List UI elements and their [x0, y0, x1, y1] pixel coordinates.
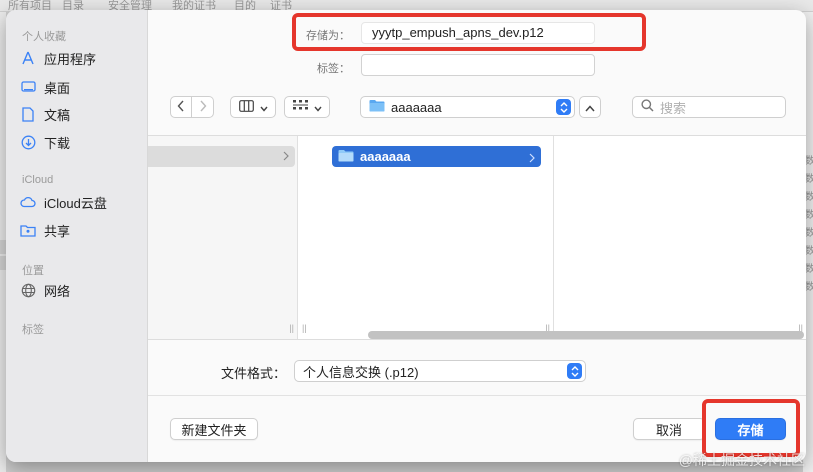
highlight-box-save [702, 399, 800, 457]
sidebar-item-documents[interactable]: 文稿 [20, 103, 70, 125]
chevron-down-icon [259, 100, 268, 115]
cancel-button[interactable]: 取消 [633, 418, 705, 440]
column-resize-handle[interactable]: || [302, 323, 307, 333]
background-text: 数 [805, 228, 813, 239]
sidebar-item-desktop[interactable]: 桌面 [20, 76, 70, 98]
file-format-value: 个人信息交换 (.p12) [303, 364, 419, 380]
location-label: aaaaaaa [391, 99, 442, 115]
list-item-folder[interactable]: aaaaaaa [332, 146, 541, 167]
background-text: 数 [805, 156, 813, 167]
sidebar-item-downloads[interactable]: 下载 [20, 131, 70, 153]
search-field[interactable]: 搜索 [632, 96, 786, 118]
watermark: @稀土掘金技术社区 [678, 452, 805, 468]
sidebar-section-icloud: iCloud [22, 174, 54, 186]
list-item-label: aaaaaaa [360, 149, 411, 164]
save-dialog: 个人收藏 应用程序 桌面 文稿 下载 iCloud iCloud云盘 共享 位置 [6, 10, 806, 462]
chevron-down-icon [313, 100, 322, 115]
sidebar: 个人收藏 应用程序 桌面 文稿 下载 iCloud iCloud云盘 共享 位置 [6, 10, 148, 462]
grid-view-icon [292, 99, 308, 115]
folder-icon [369, 99, 385, 115]
search-icon [641, 99, 654, 115]
desktop-icon [20, 79, 36, 95]
sidebar-item-label: 共享 [44, 223, 71, 239]
background-text: 数 [805, 246, 813, 257]
background-text: 数 [805, 192, 813, 203]
chevron-up-icon [585, 100, 595, 115]
column-resize-handle[interactable]: || [289, 323, 294, 333]
view-columns-button[interactable] [230, 96, 276, 118]
sidebar-item-label: 网络 [44, 283, 71, 299]
sidebar-item-label: 桌面 [44, 80, 71, 96]
horizontal-scrollbar[interactable] [368, 331, 804, 339]
chevron-right-icon [199, 100, 207, 115]
collapse-button[interactable] [579, 96, 601, 118]
browser-column-2: aaaaaaa || || [302, 136, 554, 339]
search-placeholder: 搜索 [660, 100, 687, 116]
document-icon [20, 106, 36, 122]
file-format-popup[interactable]: 个人信息交换 (.p12) [294, 360, 586, 382]
updown-chevron-icon [556, 99, 571, 115]
sidebar-item-label: 应用程序 [44, 51, 97, 67]
background-text: 数 [805, 174, 813, 185]
background-text: 数 [805, 282, 813, 293]
forward-button[interactable] [192, 96, 214, 118]
columns-view-icon [238, 99, 254, 115]
list-item-selected-parent[interactable] [148, 146, 295, 167]
highlight-box-filename [292, 13, 646, 51]
applications-icon [20, 50, 36, 66]
chevron-left-icon [177, 100, 185, 115]
sidebar-item-network[interactable]: 网络 [20, 279, 70, 301]
background-text: 数 [805, 210, 813, 221]
new-folder-button[interactable]: 新建文件夹 [170, 418, 258, 440]
location-popup[interactable]: aaaaaaa [360, 96, 575, 118]
tags-field[interactable] [361, 54, 595, 76]
folder-icon [338, 149, 354, 165]
sidebar-section-favorites: 个人收藏 [22, 31, 66, 43]
sidebar-section-tags: 标签 [22, 324, 44, 336]
sidebar-item-icloud-drive[interactable]: iCloud云盘 [20, 191, 107, 213]
shared-folder-icon [20, 222, 36, 238]
tags-label: 标签： [317, 63, 350, 75]
column-browser: || aaaaaaa || || || [148, 135, 806, 340]
globe-icon [20, 282, 36, 298]
sidebar-item-shared[interactable]: 共享 [20, 219, 70, 241]
updown-chevron-icon [567, 363, 582, 379]
main-panel: 存储为： yyytp_empush_apns_dev.p12 标签： aaaaa… [148, 10, 806, 462]
sidebar-item-label: iCloud云盘 [44, 195, 107, 211]
chevron-right-icon [529, 151, 535, 166]
browser-column-3: || [554, 136, 806, 339]
sidebar-item-label: 下载 [44, 135, 71, 151]
group-view-button[interactable] [284, 96, 330, 118]
download-icon [20, 134, 36, 150]
browser-column-1: || [148, 136, 298, 339]
chevron-right-icon [283, 149, 289, 164]
background-text: 数 [805, 264, 813, 275]
sidebar-item-label: 文稿 [44, 107, 71, 123]
back-button[interactable] [170, 96, 192, 118]
cloud-icon [20, 194, 36, 210]
sidebar-section-locations: 位置 [22, 265, 44, 277]
divider [148, 395, 806, 396]
file-format-label: 文件格式： [220, 366, 286, 381]
sidebar-item-applications[interactable]: 应用程序 [20, 47, 96, 69]
